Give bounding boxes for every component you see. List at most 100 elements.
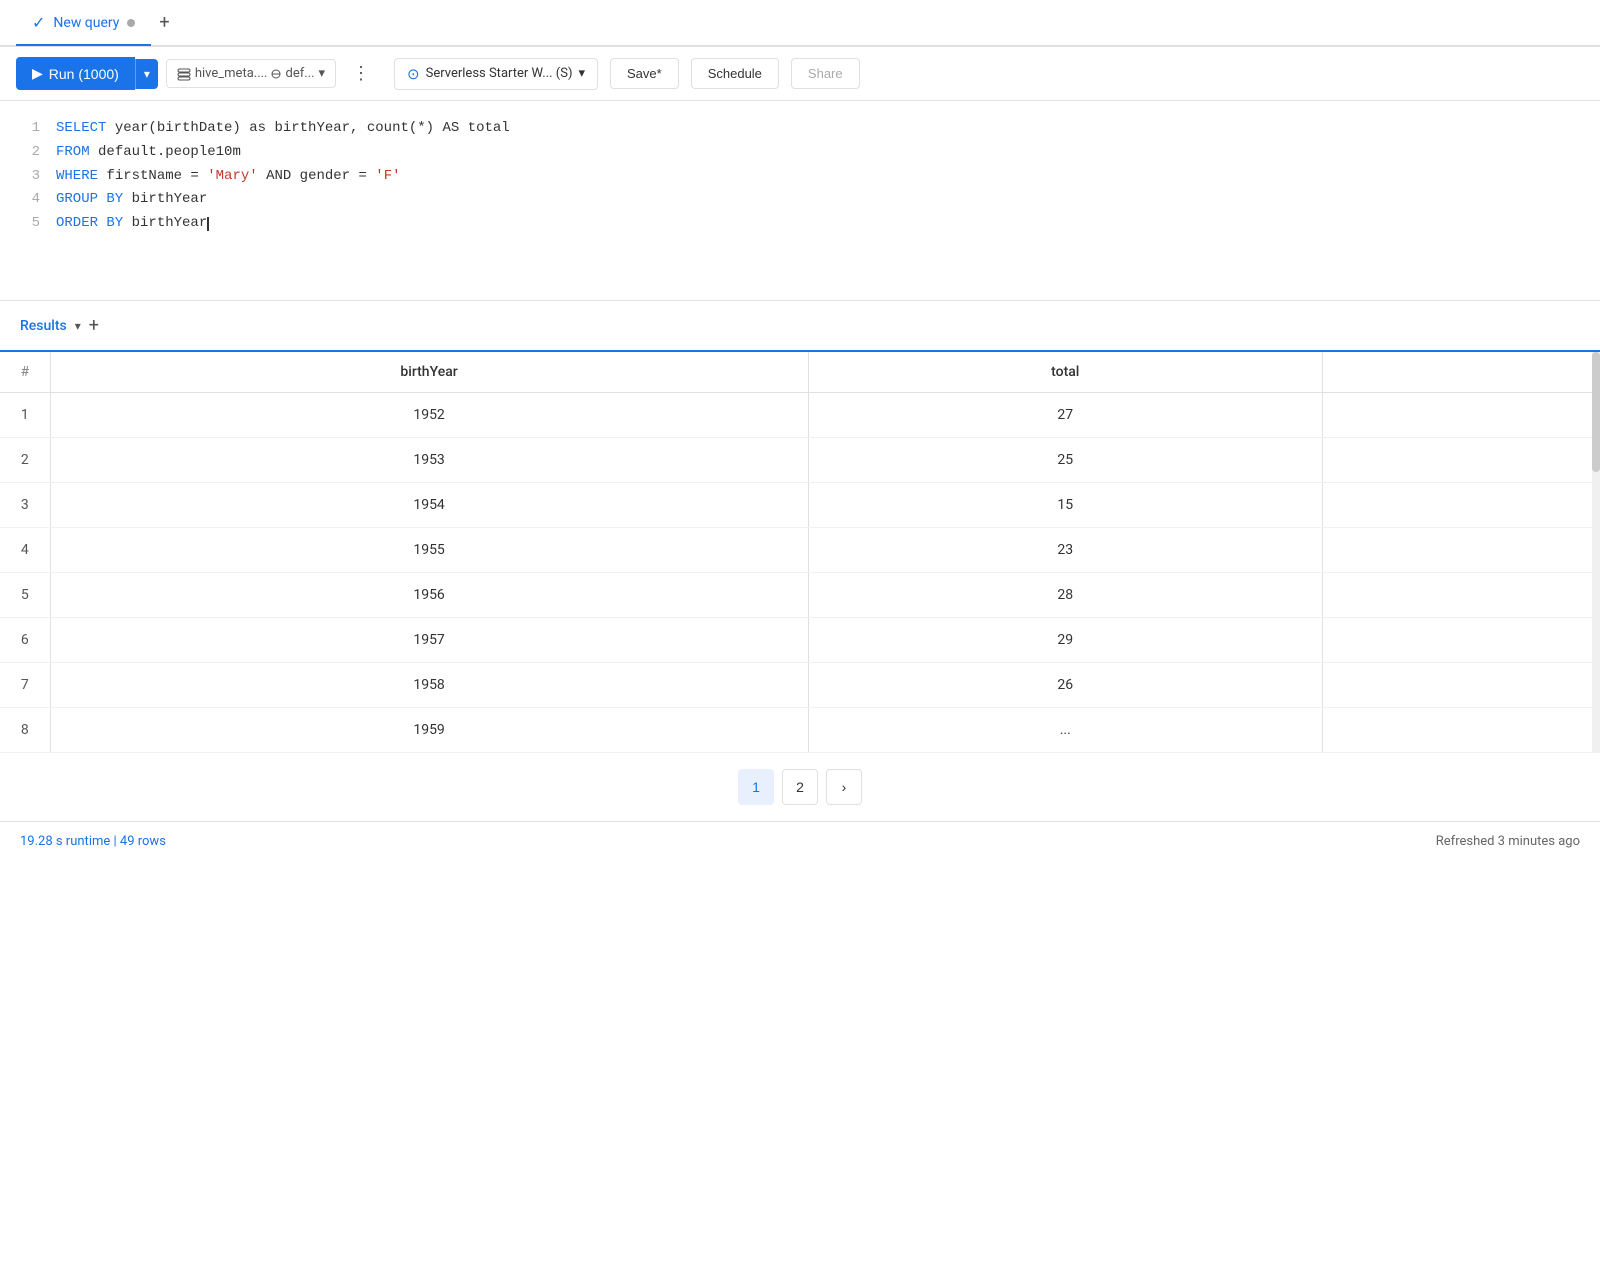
catalog-selector[interactable]: hive_meta.... def... ▾	[166, 59, 336, 88]
save-button[interactable]: Save*	[610, 58, 679, 89]
string-token: 'Mary'	[207, 168, 257, 184]
table-cell: 28	[808, 573, 1322, 618]
keyword-token: WHERE	[56, 168, 106, 184]
table-cell: 1957	[50, 618, 808, 663]
table-cell: 7	[0, 663, 50, 708]
schedule-button[interactable]: Schedule	[691, 58, 779, 89]
line-content: SELECT year(birthDate) as birthYear, cou…	[56, 117, 510, 141]
table-cell: 1953	[50, 438, 808, 483]
code-line-2: 2 FROM default.people10m	[20, 141, 1580, 165]
table-cell: 1959	[50, 708, 808, 753]
col-header-birthyear[interactable]: birthYear	[50, 352, 808, 393]
keyword-token: ORDER BY	[56, 215, 132, 231]
keyword-token: SELECT	[56, 120, 115, 136]
table-cell: 1	[0, 393, 50, 438]
string-token: 'F'	[375, 168, 400, 184]
table-row: 4195523	[0, 528, 1600, 573]
table-row: 2195325	[0, 438, 1600, 483]
table-cell: 3	[0, 483, 50, 528]
table-cell-empty	[1322, 528, 1599, 573]
cluster-check-icon: ⊙	[407, 65, 420, 83]
tab-label: New query	[53, 15, 119, 31]
col-header-empty	[1322, 352, 1599, 393]
catalog-chevron-icon: ▾	[319, 66, 326, 81]
tab-new-query[interactable]: ✓ New query	[16, 1, 151, 46]
new-tab-button[interactable]: +	[151, 0, 177, 45]
table-cell: 29	[808, 618, 1322, 663]
line-number: 2	[20, 141, 40, 165]
footer: 19.28 s runtime | 49 rows Refreshed 3 mi…	[0, 821, 1600, 861]
page-next-button[interactable]: ›	[826, 769, 862, 805]
table-cell: 6	[0, 618, 50, 663]
text-cursor	[207, 217, 209, 231]
cluster-selector[interactable]: ⊙ Serverless Starter W... (S) ▾	[394, 58, 598, 90]
scrollbar-track[interactable]	[1592, 352, 1600, 753]
table-cell: 23	[808, 528, 1322, 573]
code-editor[interactable]: 1 SELECT year(birthDate) as birthYear, co…	[0, 101, 1600, 301]
col-header-row-num: #	[0, 352, 50, 393]
function-token: count(*)	[367, 120, 434, 136]
more-options-button[interactable]: ⋮	[344, 59, 378, 88]
line-content: FROM default.people10m	[56, 141, 241, 165]
table-cell: 4	[0, 528, 50, 573]
table-cell: 1956	[50, 573, 808, 618]
table-cell: ...	[808, 708, 1322, 753]
plain-token: birthYear	[132, 215, 208, 231]
table-cell: 25	[808, 438, 1322, 483]
theta-icon	[271, 69, 281, 79]
share-button: Share	[791, 58, 860, 89]
run-dropdown-button[interactable]: ▾	[135, 59, 158, 89]
page-1-button[interactable]: 1	[738, 769, 774, 805]
scrollbar-thumb[interactable]	[1592, 352, 1600, 472]
table-cell: 1952	[50, 393, 808, 438]
line-number: 4	[20, 188, 40, 212]
cluster-chevron-icon: ▾	[578, 66, 585, 81]
col-header-total[interactable]: total	[808, 352, 1322, 393]
keyword-token: FROM	[56, 144, 98, 160]
page-2-button[interactable]: 2	[782, 769, 818, 805]
results-chevron-icon[interactable]: ▾	[75, 319, 81, 333]
table-cell: 26	[808, 663, 1322, 708]
database-icon	[177, 67, 191, 81]
line-content: WHERE firstName = 'Mary' AND gender = 'F…	[56, 165, 401, 189]
table-row: 5195628	[0, 573, 1600, 618]
run-button-group: ▶ Run (1000) ▾	[16, 57, 158, 90]
table-row: 81959...	[0, 708, 1600, 753]
table-cell: 1954	[50, 483, 808, 528]
table-cell: 27	[808, 393, 1322, 438]
pagination: 1 2 ›	[0, 753, 1600, 821]
toolbar: ▶ Run (1000) ▾ hive_meta.... def... ▾ ⋮ …	[0, 47, 1600, 101]
play-icon: ▶	[32, 65, 43, 82]
table-cell: 5	[0, 573, 50, 618]
table-row: 6195729	[0, 618, 1600, 663]
refresh-text: Refreshed 3 minutes ago	[1436, 834, 1580, 849]
results-table-wrapper: # birthYear total 1195227219532531954154…	[0, 352, 1600, 753]
results-section: Results ▾ + # birthYear total 1195227219…	[0, 301, 1600, 821]
table-header-row: # birthYear total	[0, 352, 1600, 393]
results-table: # birthYear total 1195227219532531954154…	[0, 352, 1600, 753]
check-circle-icon: ✓	[32, 13, 45, 32]
table-cell-empty	[1322, 618, 1599, 663]
line-number: 5	[20, 212, 40, 236]
add-result-tab-button[interactable]: +	[89, 315, 99, 336]
plain-token: firstName =	[106, 168, 207, 184]
plain-token: default.people10m	[98, 144, 241, 160]
table-row: 1195227	[0, 393, 1600, 438]
table-row: 7195826	[0, 663, 1600, 708]
results-tab[interactable]: Results	[20, 318, 67, 334]
table-cell-empty	[1322, 573, 1599, 618]
line-number: 3	[20, 165, 40, 189]
plain-token: AS total	[434, 120, 510, 136]
table-cell-empty	[1322, 438, 1599, 483]
results-header: Results ▾ +	[0, 301, 1600, 352]
tab-unsaved-dot	[127, 19, 135, 27]
line-number: 1	[20, 117, 40, 141]
table-cell: 1958	[50, 663, 808, 708]
run-button[interactable]: ▶ Run (1000)	[16, 57, 135, 90]
table-row: 3195415	[0, 483, 1600, 528]
table-cell-empty	[1322, 393, 1599, 438]
line-content: GROUP BY birthYear	[56, 188, 207, 212]
table-cell-empty	[1322, 663, 1599, 708]
tab-bar: ✓ New query +	[0, 0, 1600, 47]
code-line-5: 5 ORDER BY birthYear	[20, 212, 1580, 236]
